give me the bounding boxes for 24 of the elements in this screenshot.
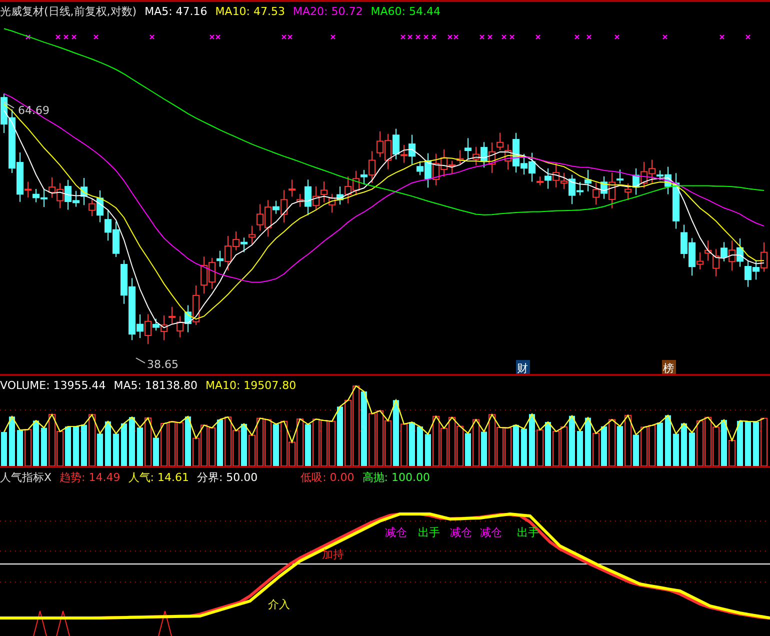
indicator-value: MA20: 50.72 xyxy=(293,5,363,18)
signal-label: 减仓 xyxy=(480,526,502,539)
indicator-value: MA60: 54.44 xyxy=(370,5,440,18)
indicator-value: MA5: 47.16 xyxy=(144,5,208,18)
signal-label: 减仓 xyxy=(450,526,472,539)
low-price-label: 38.65 xyxy=(136,358,178,371)
signal-label: 减仓 xyxy=(385,526,407,539)
event-badge[interactable]: 财 xyxy=(516,360,530,374)
chart-title: 光威复材(日线,前复权,对数) xyxy=(0,5,137,18)
signal-label: 出手 xyxy=(418,526,440,539)
indicator-value: MA10: 19507.80 xyxy=(205,379,296,392)
indicator-value: MA10: 47.53 xyxy=(215,5,286,18)
indicator-value: VOLUME: 13955.44 xyxy=(0,379,106,392)
threshold-value: 高抛: 100.00 xyxy=(362,471,430,484)
indicator-value: MA5: 18138.80 xyxy=(114,379,198,392)
event-badge[interactable]: 榜 xyxy=(662,360,676,374)
signal-label: 出手 xyxy=(517,526,539,539)
indicator-value: 分界: 50.00 xyxy=(196,471,258,484)
indicator-value: 人气: 14.61 xyxy=(128,471,189,484)
threshold-value: 低吸: 0.00 xyxy=(300,471,354,484)
indicator-title: 人气指标X xyxy=(0,471,52,484)
signal-label: 加持 xyxy=(322,548,344,561)
indicator-value: 趋势: 14.49 xyxy=(60,471,120,484)
signal-label: 介入 xyxy=(268,598,290,611)
